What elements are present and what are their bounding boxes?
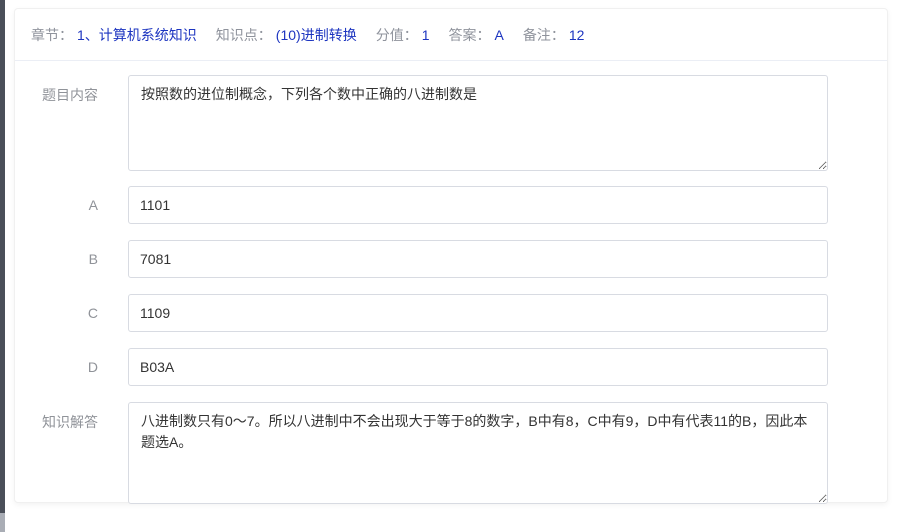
chapter-label: 章节：	[31, 25, 73, 45]
meta-item-answer: 答案： A	[449, 25, 504, 45]
option-d-row: D	[15, 348, 887, 386]
option-a-input[interactable]	[128, 186, 828, 224]
option-a-row: A	[15, 186, 887, 224]
question-content-textarea[interactable]: 按照数的进位制概念，下列各个数中正确的八进制数是	[128, 75, 828, 171]
question-form: 题目内容 按照数的进位制概念，下列各个数中正确的八进制数是 A B C D 知识…	[15, 61, 887, 504]
option-a-label: A	[15, 186, 128, 224]
explanation-textarea[interactable]: 八进制数只有0～7。所以八进制中不会出现大于等于8的数字，B中有8，C中有9，D…	[128, 402, 828, 504]
meta-item-remark: 备注： 12	[523, 25, 585, 45]
answer-label: 答案：	[449, 25, 491, 45]
question-detail-page: 章节： 1、计算机系统知识 知识点： (10)进制转换 分值： 1 答案： A …	[0, 0, 900, 532]
question-detail-card: 章节： 1、计算机系统知识 知识点： (10)进制转换 分值： 1 答案： A …	[14, 8, 888, 503]
score-label: 分值：	[376, 25, 418, 45]
knowledge-point-label: 知识点：	[216, 25, 272, 45]
option-b-row: B	[15, 240, 887, 278]
option-d-label: D	[15, 348, 128, 386]
question-meta-bar: 章节： 1、计算机系统知识 知识点： (10)进制转换 分值： 1 答案： A …	[15, 9, 887, 61]
option-b-input[interactable]	[128, 240, 828, 278]
chapter-value[interactable]: 1、计算机系统知识	[77, 25, 197, 45]
window-edge-strip	[0, 0, 5, 532]
question-content-row: 题目内容 按照数的进位制概念，下列各个数中正确的八进制数是	[15, 75, 887, 171]
option-c-input[interactable]	[128, 294, 828, 332]
meta-item-knowledge-point: 知识点： (10)进制转换	[216, 25, 357, 45]
answer-value[interactable]: A	[495, 27, 504, 43]
score-value[interactable]: 1	[422, 27, 430, 43]
window-edge-strip-footer	[0, 513, 5, 532]
meta-item-score: 分值： 1	[376, 25, 430, 45]
knowledge-point-value[interactable]: (10)进制转换	[276, 25, 357, 45]
explanation-row: 知识解答 八进制数只有0～7。所以八进制中不会出现大于等于8的数字，B中有8，C…	[15, 402, 887, 504]
remark-value[interactable]: 12	[569, 27, 585, 43]
option-b-label: B	[15, 240, 128, 278]
option-d-input[interactable]	[128, 348, 828, 386]
option-c-row: C	[15, 294, 887, 332]
option-c-label: C	[15, 294, 128, 332]
remark-label: 备注：	[523, 25, 565, 45]
meta-item-chapter: 章节： 1、计算机系统知识	[31, 25, 197, 45]
question-content-label: 题目内容	[15, 75, 128, 105]
explanation-label: 知识解答	[15, 402, 128, 432]
